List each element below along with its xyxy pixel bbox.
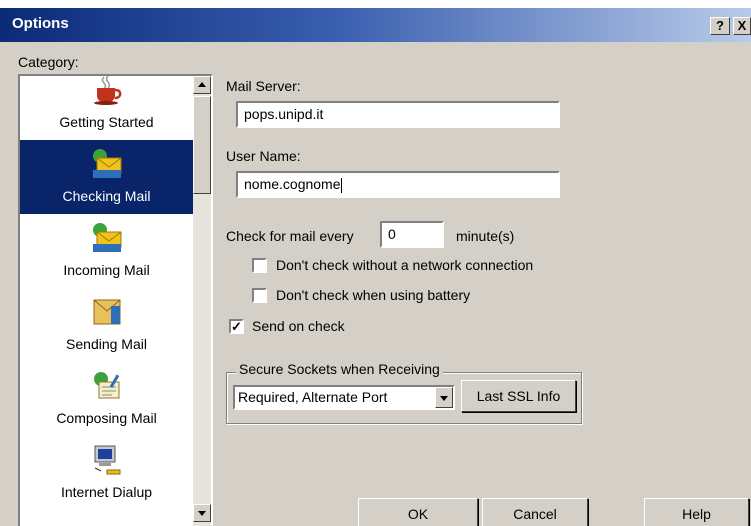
composing-mail-icon [94,372,120,399]
category-item-label: Internet Dialup [60,484,153,500]
title-bar: Options ? X [0,8,751,42]
mail-server-input[interactable]: pops.unipd.it [236,101,560,128]
chevron-down-icon [440,396,448,401]
coffee-cup-icon [94,76,122,105]
scroll-thumb[interactable] [193,96,211,194]
dialog-body: Category: Getting Started Checking Mail … [0,42,751,526]
minutes-label: minute(s) [456,228,515,244]
cancel-button[interactable]: Cancel [482,498,588,526]
category-item-composing-mail[interactable]: Composing Mail [20,362,193,436]
category-label: Category: [18,54,79,70]
arrow-down-icon [198,511,206,516]
category-item-label: Composing Mail [56,410,157,426]
last-ssl-info-button[interactable]: Last SSL Info [461,380,576,412]
incoming-mail-icon [93,223,122,252]
scroll-up-button[interactable] [193,76,211,94]
checkmark-icon: ✓ [231,319,242,334]
ssl-mode-select[interactable]: Required, Alternate Port [233,385,455,410]
category-item-internet-dialup[interactable]: Internet Dialup [20,436,193,510]
ok-button[interactable]: OK [358,498,478,526]
help-button[interactable]: Help [644,498,749,526]
dialup-computer-icon [94,445,121,475]
text-caret [340,177,342,193]
category-item-incoming-mail[interactable]: Incoming Mail [20,214,193,288]
battery-label: Don't check when using battery [276,287,471,303]
user-name-label: User Name: [226,148,301,164]
battery-checkbox[interactable] [252,288,267,303]
category-item-label: Checking Mail [62,188,151,204]
send-on-check-checkbox[interactable]: ✓ [229,319,244,334]
category-item-checking-mail[interactable]: Checking Mail [20,140,193,214]
ssl-group-label: Secure Sockets when Receiving [236,361,443,377]
check-interval-input[interactable]: 0 [380,221,444,248]
category-item-getting-started[interactable]: Getting Started [20,76,193,140]
category-item-label: Sending Mail [66,336,147,352]
user-name-value: nome.cognome [244,176,341,192]
check-interval-label: Check for mail every [226,228,354,244]
mail-server-label: Mail Server: [226,78,301,94]
send-on-check-label: Send on check [252,318,345,334]
help-title-button[interactable]: ? [710,17,730,35]
no-network-checkbox[interactable] [252,258,267,273]
category-scrollbar[interactable] [193,76,211,526]
user-name-input[interactable]: nome.cognome [236,171,560,198]
dropdown-button[interactable] [435,387,453,408]
category-item-label: Getting Started [59,114,154,130]
sending-mail-icon [93,299,121,325]
ssl-mode-value: Required, Alternate Port [238,389,388,405]
window-title: Options [12,15,69,32]
scroll-down-button[interactable] [193,504,211,522]
category-list[interactable]: Getting Started Checking Mail Incoming M… [18,74,213,526]
no-network-label: Don't check without a network connection [276,257,534,273]
arrow-up-icon [198,82,206,87]
category-item-label: Incoming Mail [63,262,150,278]
close-button[interactable]: X [733,17,751,35]
category-item-sending-mail[interactable]: Sending Mail [20,288,193,362]
checking-mail-icon [93,149,122,178]
